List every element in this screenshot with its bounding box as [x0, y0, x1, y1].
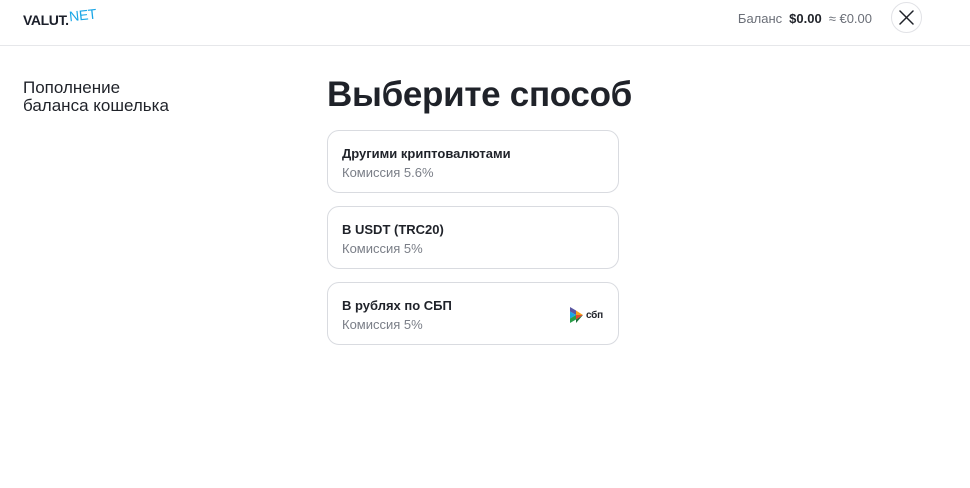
balance-approx: ≈ €0.00	[828, 11, 872, 26]
method-name: Другими криптовалютами	[342, 146, 511, 161]
section-title-line2: баланса кошелька	[23, 96, 169, 115]
method-fee: Комиссия 5%	[342, 317, 423, 332]
method-sbp-card[interactable]: В рублях по СБП Комиссия 5% сбп	[327, 282, 619, 345]
method-name: В рублях по СБП	[342, 298, 452, 313]
logo-main-text: VALUT.	[23, 12, 69, 28]
method-usdt-card[interactable]: В USDT (TRC20) Комиссия 5%	[327, 206, 619, 269]
section-title: Пополнение баланса кошелька	[23, 79, 223, 115]
logo-net-text: NET	[67, 5, 97, 25]
balance-label: Баланс	[737, 11, 783, 26]
page-title: Выберите способ	[327, 75, 632, 114]
close-icon	[899, 10, 914, 25]
close-button[interactable]	[891, 2, 922, 33]
top-bar: VALUT. NET Баланс $0.00 ≈ €0.00	[0, 0, 970, 46]
page: VALUT. NET Баланс $0.00 ≈ €0.00 Пополнен…	[0, 0, 970, 488]
method-crypto-card[interactable]: Другими криптовалютами Комиссия 5.6%	[327, 130, 619, 193]
balance-display: Баланс $0.00 ≈ €0.00	[738, 11, 872, 26]
method-name: В USDT (TRC20)	[342, 222, 444, 237]
sbp-icon	[569, 307, 583, 323]
method-fee: Комиссия 5%	[342, 241, 423, 256]
sbp-logo: сбп	[569, 307, 603, 323]
valut-net-logo[interactable]: VALUT. NET	[23, 5, 97, 29]
section-title-line1: Пополнение	[23, 78, 121, 97]
method-fee: Комиссия 5.6%	[342, 165, 434, 180]
payment-methods-list: Другими криптовалютами Комиссия 5.6% В U…	[327, 130, 619, 358]
balance-amount: $0.00	[789, 11, 822, 26]
sbp-logo-text: сбп	[585, 309, 603, 321]
